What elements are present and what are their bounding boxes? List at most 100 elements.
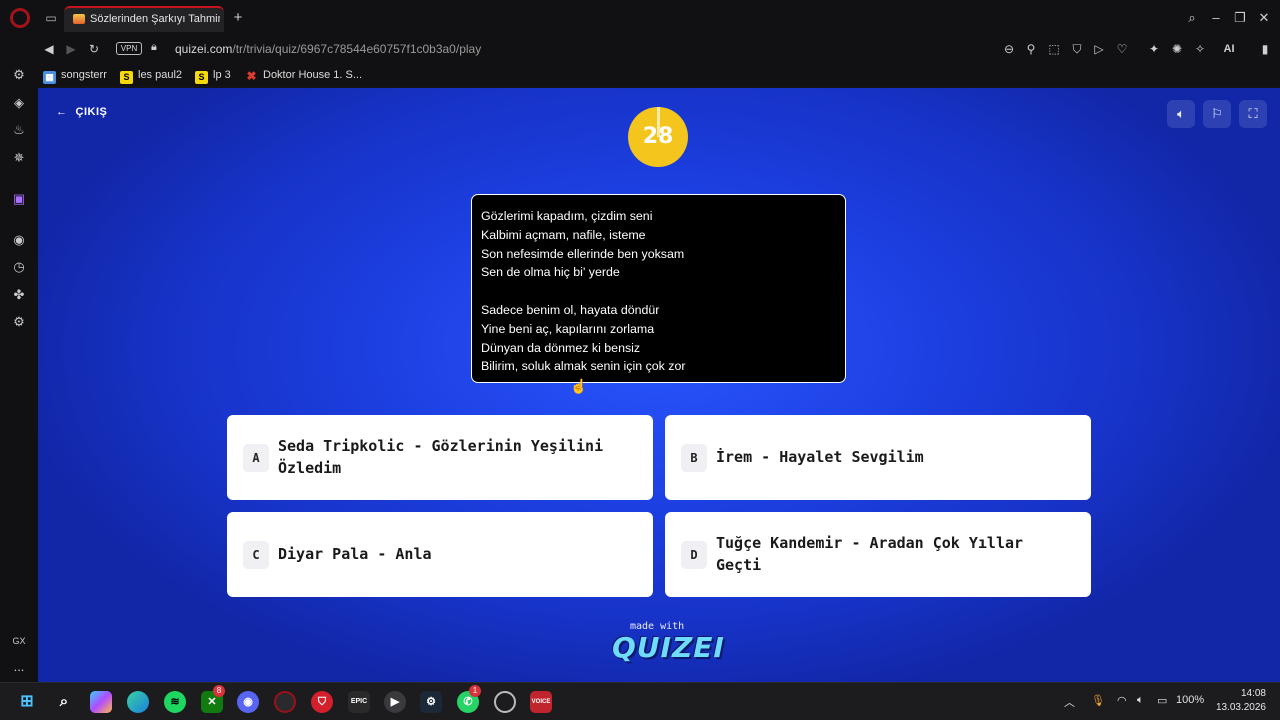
battery-icon[interactable]: ▭ <box>1157 694 1167 707</box>
answer-key: B <box>681 444 707 472</box>
snapshot-icon[interactable]: ⬚ <box>1045 40 1063 58</box>
search-icon[interactable]: ⌕ <box>53 691 75 713</box>
browser-window: ▭ Sözlerinden Şarkıyı Tahmin + ⌕ – ❐ ✕ ◀… <box>0 0 1280 682</box>
copilot-icon[interactable] <box>90 691 112 713</box>
tray-chevron-icon[interactable]: ︿ <box>1064 694 1075 710</box>
bookmark-doktor-house[interactable]: ✖ Doktor House 1. S... <box>245 67 362 83</box>
fullscreen-button[interactable]: ⛶ <box>1239 100 1267 128</box>
volume-icon[interactable]: 🔈︎ <box>1137 694 1144 707</box>
tab-favicon-icon <box>73 14 85 24</box>
spotify-icon[interactable]: ≋ <box>164 691 186 713</box>
play-icon[interactable]: ▷ <box>1090 40 1108 58</box>
opera-gx-taskbar-icon[interactable] <box>274 691 296 713</box>
vpn-badge[interactable]: VPN <box>116 42 142 55</box>
discord-icon[interactable]: ◉ <box>237 691 259 713</box>
url-domain: quizei.com <box>175 42 233 56</box>
media-player-icon[interactable]: ▶ <box>384 691 406 713</box>
shield-icon[interactable]: ⛉ <box>1068 40 1086 58</box>
sidebar-history-icon[interactable]: ◷ <box>10 258 28 276</box>
answer-key: C <box>243 541 269 569</box>
pin-icon[interactable]: ⚲ <box>1022 40 1040 58</box>
obs-icon[interactable] <box>494 691 516 713</box>
windows-taskbar: ⊞ ⌕ ≋ ✕ 8 ◉ ⛉ EPIC ▶ ⚙ ✆ 1 VOICE ︿ 🎙︎ ◠ … <box>0 682 1280 720</box>
sidebar-extensions-icon[interactable]: ✤ <box>10 286 28 304</box>
answer-option-c[interactable]: C Diyar Pala - Anla <box>227 512 653 597</box>
hand-cursor-icon: ☝ <box>570 378 588 394</box>
url-field[interactable]: quizei.com/tr/trivia/quiz/6967c78544e607… <box>175 42 481 56</box>
voicemeeter-icon[interactable]: VOICE <box>530 691 552 713</box>
sidebar-mods-icon[interactable]: ✵ <box>10 149 28 167</box>
clock-time: 14:08 <box>1240 688 1266 699</box>
sound-button[interactable]: 🔈︎ <box>1167 100 1195 128</box>
bookmark-icon: ▦ <box>43 71 56 84</box>
windows-start-icon[interactable]: ⊞ <box>16 691 38 713</box>
bookmark-les-paul2[interactable]: Sles paul2 <box>120 67 182 84</box>
extension-cat-icon[interactable]: ✦ <box>1145 40 1163 58</box>
address-bar: ◀ ▶ ↻ VPN 🔒︎ quizei.com/tr/trivia/quiz/6… <box>0 36 1280 62</box>
mcafee-icon[interactable]: ⛉ <box>311 691 333 713</box>
sidebar-settings-icon[interactable]: ⚙ <box>10 313 28 331</box>
battery-percent[interactable]: 100% <box>1176 694 1204 706</box>
answer-key: A <box>243 444 269 472</box>
new-tab-icon[interactable]: + <box>230 10 246 26</box>
wifi-icon[interactable]: ◠ <box>1117 694 1127 707</box>
restore-icon[interactable]: ❐ <box>1231 9 1249 27</box>
sidebar-gx-label[interactable]: GX <box>10 632 28 650</box>
whatsapp-badge: 1 <box>469 685 481 697</box>
menu-icon[interactable]: ▮ <box>1256 40 1274 58</box>
bookmark-label: lp 3 <box>213 69 231 81</box>
lyric-line: Sen de olma hiç bi' yerde <box>481 265 620 280</box>
sidebar-spotify-icon[interactable]: ◉ <box>10 231 28 249</box>
lyrics-box: Gözlerimi kapadım, çizdim seni Kalbimi a… <box>471 194 846 383</box>
bookmark-icon: ✖ <box>246 69 257 83</box>
answer-option-a[interactable]: A Seda Tripkolic - Gözlerinin Yeşilini Ö… <box>227 415 653 500</box>
exit-button[interactable]: ← ÇIKIŞ <box>56 106 107 118</box>
bookmark-lp-3[interactable]: Slp 3 <box>195 67 231 84</box>
quizei-logo[interactable]: QUIZEI <box>612 631 725 664</box>
bookmark-songsterr[interactable]: ▦ songsterr <box>43 67 107 84</box>
report-button[interactable]: ⚐ <box>1203 100 1231 128</box>
zoom-icon[interactable]: ⊖ <box>1000 40 1018 58</box>
exit-label: ÇIKIŞ <box>75 106 108 118</box>
sidebar-control-icon[interactable]: ⚙ <box>10 66 28 84</box>
heart-icon[interactable]: ♡ <box>1113 40 1131 58</box>
countdown-timer: 28 <box>628 107 688 167</box>
lyric-line: Gözlerimi kapadım, çizdim seni <box>481 209 653 223</box>
sidebar-more-icon[interactable]: ... <box>10 658 28 676</box>
tab-islands-icon[interactable]: ▭ <box>43 10 59 26</box>
epic-games-icon[interactable]: EPIC <box>348 691 370 713</box>
sidebar-twitch-icon[interactable]: ▣ <box>10 190 28 208</box>
bookmark-label: songsterr <box>61 69 107 81</box>
search-tabs-icon[interactable]: ⌕ <box>1183 9 1201 27</box>
back-arrow-icon: ← <box>56 106 68 118</box>
minimize-icon[interactable]: – <box>1207 9 1225 27</box>
answer-option-b[interactable]: B İrem - Hayalet Sevgilim <box>665 415 1091 500</box>
clock-date: 13.03.2026 <box>1215 702 1266 713</box>
quiz-page: ← ÇIKIŞ 🔈︎ ⚐ ⛶ 28 Gözlerimi kapadım, çizd… <box>38 88 1280 682</box>
opera-logo-icon[interactable] <box>10 8 30 28</box>
reload-icon[interactable]: ↻ <box>85 40 103 58</box>
microphone-icon[interactable]: 🎙︎ <box>1091 694 1105 707</box>
sidebar-gx-corner-icon[interactable]: ◈ <box>10 94 28 112</box>
xbox-badge: 8 <box>213 685 225 697</box>
tab-title: Sözlerinden Şarkıyı Tahmin <box>90 13 220 25</box>
bookmark-icon: S <box>120 71 133 84</box>
system-clock[interactable]: 14:08 13.03.2026 <box>1206 687 1266 715</box>
steam-icon[interactable]: ⚙ <box>420 691 442 713</box>
ai-button[interactable]: AI <box>1216 40 1242 58</box>
close-icon[interactable]: ✕ <box>1255 9 1273 27</box>
answer-key: D <box>681 541 707 569</box>
forward-icon[interactable]: ▶ <box>62 40 80 58</box>
opera-sidebar: ⚙ ◈ ♨ ✵ ▣ ◉ ◷ ✤ ⚙ GX ... <box>0 67 38 682</box>
extension-wrench-icon[interactable]: ✧ <box>1191 40 1209 58</box>
lyric-line: Kalbimi açmam, nafile, isteme <box>481 227 646 242</box>
sidebar-cleaner-icon[interactable]: ♨ <box>10 121 28 139</box>
bookmark-icon: S <box>195 71 208 84</box>
timer-progress-wedge <box>657 107 660 137</box>
extension-sparkle-icon[interactable]: ✺ <box>1168 40 1186 58</box>
answer-option-d[interactable]: D Tuğçe Kandemir - Aradan Çok Yıllar Geç… <box>665 512 1091 597</box>
back-icon[interactable]: ◀ <box>40 40 58 58</box>
tab-active[interactable]: Sözlerinden Şarkıyı Tahmin <box>64 6 224 32</box>
edge-icon[interactable] <box>127 691 149 713</box>
lock-icon[interactable]: 🔒︎ <box>151 41 163 55</box>
